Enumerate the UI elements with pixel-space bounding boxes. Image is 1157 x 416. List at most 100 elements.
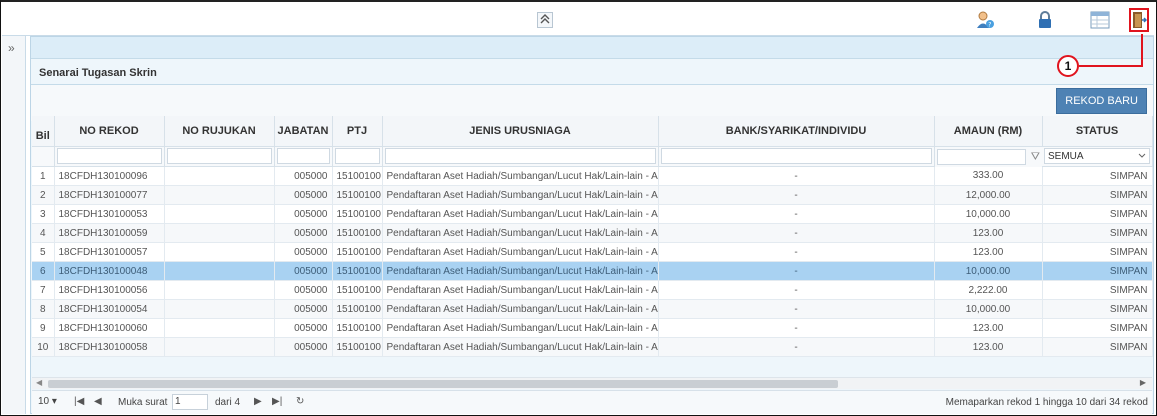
column-header[interactable]: STATUS bbox=[1042, 116, 1153, 147]
ptj-cell: 15100100 bbox=[332, 299, 383, 319]
table-icon[interactable] bbox=[1089, 9, 1111, 31]
transaction-type-cell: Pendaftaran Aset Hadiah/Sumbangan/Lucut … bbox=[382, 318, 659, 338]
table-row[interactable]: 5 18CFDH130100057 005000 15100100 Pendaftara… bbox=[32, 242, 1153, 262]
status-cell: SIMPAN bbox=[1042, 280, 1153, 300]
column-header[interactable]: PTJ bbox=[332, 116, 383, 147]
transaction-type-cell: Pendaftaran Aset Hadiah/Sumbangan/Lucut … bbox=[382, 261, 659, 281]
task-table: Bil NO REKOD NO RUJUKAN JABATAN PTJ JENI… bbox=[32, 116, 1153, 357]
status-cell: SIMPAN bbox=[1042, 299, 1153, 319]
page-input[interactable]: 1 bbox=[172, 394, 208, 410]
filter-row: ⛛ SEMUA bbox=[32, 146, 1153, 167]
column-header[interactable]: AMAUN (RM) bbox=[934, 116, 1043, 147]
department-cell: 005000 bbox=[274, 242, 333, 262]
amount-cell: 123.00 bbox=[934, 223, 1043, 243]
header-row: Bil NO REKOD NO RUJUKAN JABATAN PTJ JENI… bbox=[32, 116, 1153, 147]
panel-title: Senarai Tugasan Skrin bbox=[39, 67, 157, 79]
filter-icon[interactable]: ⛛ bbox=[1026, 151, 1040, 164]
filter-input[interactable] bbox=[660, 148, 932, 165]
transaction-type-cell: Pendaftaran Aset Hadiah/Sumbangan/Lucut … bbox=[382, 223, 659, 243]
page-size-value: 10 bbox=[38, 396, 50, 407]
department-cell: 005000 bbox=[274, 280, 333, 300]
filter-input[interactable] bbox=[166, 148, 272, 165]
table-row[interactable]: 7 18CFDH130100056 005000 15100100 Pendaftara… bbox=[32, 280, 1153, 300]
table-row[interactable]: 4 18CFDH130100059 005000 15100100 Pendaftara… bbox=[32, 223, 1153, 243]
record-number-cell: 18CFDH130100096 bbox=[54, 166, 165, 186]
table-row[interactable]: 9 18CFDH130100060 005000 15100100 Pendaftara… bbox=[32, 318, 1153, 338]
status-filter-select[interactable]: SEMUA bbox=[1044, 148, 1150, 165]
exit-door-icon[interactable] bbox=[1129, 8, 1149, 32]
callout-line bbox=[1141, 34, 1143, 67]
filter-input[interactable] bbox=[276, 148, 330, 165]
reference-number-cell bbox=[164, 280, 275, 300]
callout-line bbox=[1079, 65, 1143, 67]
lock-icon[interactable] bbox=[1034, 9, 1056, 31]
refresh-icon[interactable]: ↻ bbox=[296, 396, 304, 407]
table-row[interactable]: 8 18CFDH130100054 005000 15100100 Pendaftara… bbox=[32, 299, 1153, 319]
double-chevron-up-icon[interactable] bbox=[537, 12, 553, 28]
transaction-type-cell: Pendaftaran Aset Hadiah/Sumbangan/Lucut … bbox=[382, 280, 659, 300]
row-index-cell: 8 bbox=[32, 299, 55, 319]
table-row[interactable]: 1 18CFDH130100096 005000 15100100 Pendaftara… bbox=[32, 166, 1153, 186]
record-number-cell: 18CFDH130100077 bbox=[54, 185, 165, 205]
amount-cell: 10,000.00 bbox=[934, 204, 1043, 224]
record-number-cell: 18CFDH130100060 bbox=[54, 318, 165, 338]
department-cell: 005000 bbox=[274, 204, 333, 224]
department-cell: 005000 bbox=[274, 166, 333, 186]
panel-header: Senarai Tugasan Skrin bbox=[31, 59, 1153, 85]
scrollbar-thumb[interactable] bbox=[48, 380, 838, 388]
department-cell: 005000 bbox=[274, 299, 333, 319]
amount-cell: 123.00 bbox=[934, 337, 1043, 357]
double-chevron-right-icon[interactable]: » bbox=[8, 41, 15, 55]
horizontal-scrollbar[interactable]: ◀ ▶ bbox=[32, 377, 1152, 389]
pagination-bar: 10 ▾ |◀ ◀ Muka surat 1 dari 4 ▶ ▶| ↻ Mem… bbox=[32, 390, 1152, 414]
department-cell: 005000 bbox=[274, 185, 333, 205]
bank-company-individual-cell: - bbox=[658, 242, 935, 262]
column-header[interactable]: NO RUJUKAN bbox=[164, 116, 275, 147]
department-cell: 005000 bbox=[274, 337, 333, 357]
record-number-cell: 18CFDH130100058 bbox=[54, 337, 165, 357]
bank-company-individual-cell: - bbox=[658, 337, 935, 357]
scroll-right-icon[interactable]: ▶ bbox=[1140, 378, 1146, 387]
prev-page-icon[interactable]: ◀ bbox=[94, 396, 102, 407]
table-row[interactable]: 6 18CFDH130100048 005000 15100100 Pendaftara… bbox=[32, 261, 1153, 281]
reference-number-cell bbox=[164, 166, 275, 186]
record-number-cell: 18CFDH130100057 bbox=[54, 242, 165, 262]
user-help-icon[interactable]: ? bbox=[974, 9, 996, 31]
column-header[interactable]: JABATAN bbox=[274, 116, 333, 147]
table-row[interactable]: 10 18CFDH130100058 005000 15100100 Pendaftar… bbox=[32, 337, 1153, 357]
ptj-cell: 15100100 bbox=[332, 223, 383, 243]
first-page-icon[interactable]: |◀ bbox=[74, 396, 84, 407]
page-total: dari 4 bbox=[215, 397, 241, 408]
table-row[interactable]: 3 18CFDH130100053 005000 15100100 Pendaftara… bbox=[32, 204, 1153, 224]
record-number-cell: 18CFDH130100056 bbox=[54, 280, 165, 300]
last-page-icon[interactable]: ▶| bbox=[272, 396, 282, 407]
bank-company-individual-cell: - bbox=[658, 318, 935, 338]
filter-input[interactable] bbox=[936, 149, 1026, 165]
scroll-left-icon[interactable]: ◀ bbox=[36, 378, 42, 387]
amount-cell: 12,000.00 bbox=[934, 185, 1043, 205]
filter-input[interactable] bbox=[384, 148, 656, 165]
column-header[interactable]: BANK/SYARIKAT/INDIVIDU bbox=[658, 116, 935, 147]
row-index-cell: 10 bbox=[32, 337, 55, 357]
top-toolbar: ? bbox=[2, 2, 1154, 36]
reference-number-cell bbox=[164, 242, 275, 262]
table-row[interactable]: 2 18CFDH130100077 005000 15100100 Pendaftara… bbox=[32, 185, 1153, 205]
reference-number-cell bbox=[164, 261, 275, 281]
next-page-icon[interactable]: ▶ bbox=[254, 396, 262, 407]
amount-cell: 333.00 bbox=[934, 166, 1043, 186]
transaction-type-cell: Pendaftaran Aset Hadiah/Sumbangan/Lucut … bbox=[382, 204, 659, 224]
status-cell: SIMPAN bbox=[1042, 242, 1153, 262]
column-header[interactable]: NO REKOD bbox=[54, 116, 165, 147]
ptj-cell: 15100100 bbox=[332, 280, 383, 300]
filter-input[interactable] bbox=[334, 148, 380, 165]
column-header[interactable]: Bil bbox=[32, 116, 55, 147]
column-header[interactable]: JENIS URUSNIAGA bbox=[382, 116, 659, 147]
row-index-cell: 7 bbox=[32, 280, 55, 300]
filter-cell bbox=[32, 146, 55, 167]
page-size-select[interactable]: 10 ▾ bbox=[38, 396, 57, 407]
transaction-type-cell: Pendaftaran Aset Hadiah/Sumbangan/Lucut … bbox=[382, 299, 659, 319]
new-record-button[interactable]: REKOD BARU bbox=[1056, 88, 1147, 114]
filter-input[interactable] bbox=[56, 148, 162, 165]
record-number-cell: 18CFDH130100059 bbox=[54, 223, 165, 243]
bank-company-individual-cell: - bbox=[658, 261, 935, 281]
